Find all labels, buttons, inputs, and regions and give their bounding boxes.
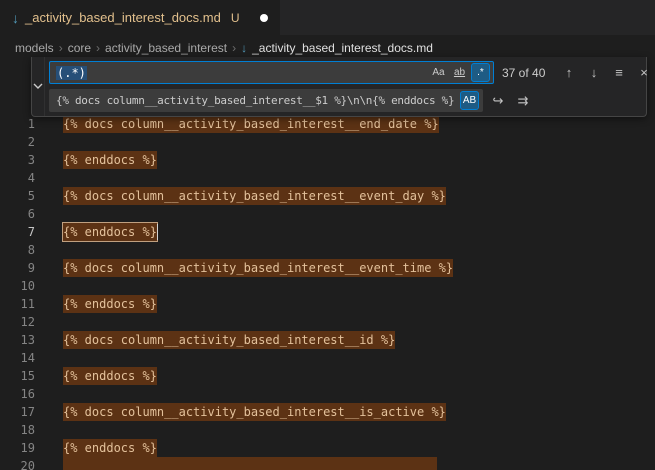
previous-match-button[interactable]: ↑ (559, 63, 579, 83)
tab-filename: _activity_based_interest_docs.md (25, 10, 221, 25)
line-number: 14 (0, 349, 35, 367)
selection-lines-icon: ≡ (615, 66, 623, 79)
tab-bar: ↓ _activity_based_interest_docs.md U (0, 0, 655, 35)
line-number: 19 (0, 439, 35, 457)
editor-line: 1 {% docs column__activity_based_interest… (0, 115, 655, 133)
editor-line: 12 (0, 313, 655, 331)
editor-line: 18 (0, 421, 655, 439)
line-number: 7 (0, 223, 35, 241)
editor-line: 7 {% enddocs %} (0, 223, 655, 241)
arrow-down-icon: ↓ (591, 66, 598, 79)
breadcrumb-item[interactable]: activity_based_interest (105, 41, 227, 55)
breadcrumb-item[interactable]: _activity_based_interest_docs.md (252, 41, 433, 55)
replace-all-button[interactable]: ⇉ (513, 91, 533, 111)
line-number: 8 (0, 241, 35, 259)
line-number: 16 (0, 385, 35, 403)
breadcrumb-separator: › (232, 41, 236, 55)
find-match: {% docs column__activity_based_interest_… (63, 187, 446, 205)
whole-word-button[interactable]: ab (450, 63, 469, 82)
find-match: {% docs column__activity_based_interest_… (63, 403, 446, 421)
editor-line: 5 {% docs column__activity_based_interest… (0, 187, 655, 205)
editor-line: 9 {% docs column__activity_based_interest… (0, 259, 655, 277)
markdown-file-icon: ↓ (12, 11, 19, 25)
text-cursor (157, 224, 158, 240)
find-input[interactable]: (.*) Aa ab .* (49, 61, 494, 84)
find-match: {% docs column__activity_based_interest_… (63, 331, 395, 349)
editor-line: 14 (0, 349, 655, 367)
breadcrumb-separator: › (96, 41, 100, 55)
find-match: {% docs column__activity_based_interest_… (63, 259, 453, 277)
editor-line: 11 {% enddocs %} (0, 295, 655, 313)
line-number: 17 (0, 403, 35, 421)
editor-line: 13 {% docs column__activity_based_interes… (0, 331, 655, 349)
line-number: 12 (0, 313, 35, 331)
tab-activity-docs[interactable]: ↓ _activity_based_interest_docs.md U (0, 0, 281, 35)
line-number: 4 (0, 169, 35, 187)
editor-line: 6 (0, 205, 655, 223)
editor-line: 19 {% enddocs %} (0, 439, 655, 457)
editor-line: 3 {% enddocs %} (0, 151, 655, 169)
editor-line: 17 {% docs column__activity_based_interes… (0, 403, 655, 421)
find-in-selection-button[interactable]: ≡ (609, 63, 629, 83)
line-number: 18 (0, 421, 35, 439)
line-number: 3 (0, 151, 35, 169)
replace-all-icon: ⇉ (518, 94, 529, 107)
line-number: 9 (0, 259, 35, 277)
line-number: 11 (0, 295, 35, 313)
next-match-button[interactable]: ↓ (584, 63, 604, 83)
editor-line: 20 (0, 457, 655, 470)
editor-line: 2 (0, 133, 655, 151)
line-number: 6 (0, 205, 35, 223)
preserve-case-button[interactable]: AB (460, 91, 479, 110)
line-number: 13 (0, 331, 35, 349)
arrow-up-icon: ↑ (566, 66, 573, 79)
editor-line: 4 (0, 169, 655, 187)
editor[interactable]: 1 {% docs column__activity_based_interest… (0, 61, 655, 470)
line-number: 10 (0, 277, 35, 295)
find-match: {% enddocs %} (63, 151, 157, 169)
close-button[interactable]: × (634, 63, 654, 83)
editor-line: 15 {% enddocs %} (0, 367, 655, 385)
find-query-text: (.*) (56, 66, 87, 80)
find-match: {% enddocs %} (63, 367, 157, 385)
find-row: (.*) Aa ab .* 37 of 40 ↑ ↓ ≡ × (49, 60, 654, 85)
line-number: 5 (0, 187, 35, 205)
line-number: 2 (0, 133, 35, 151)
find-match (63, 457, 437, 470)
replace-text: {% docs column__activity_based_interest_… (56, 94, 458, 107)
editor-line: 10 (0, 277, 655, 295)
editor-line: 16 (0, 385, 655, 403)
find-match: {% docs column__activity_based_interest_… (63, 115, 439, 133)
find-widget-rows: (.*) Aa ab .* 37 of 40 ↑ ↓ ≡ × {% docs c… (45, 57, 655, 116)
git-status-badge: U (231, 11, 240, 25)
toggle-replace-button[interactable] (32, 57, 45, 116)
replace-button[interactable]: ↪ (488, 91, 508, 111)
replace-icon: ↪ (493, 94, 504, 107)
line-number: 15 (0, 367, 35, 385)
match-case-button[interactable]: Aa (429, 63, 448, 82)
replace-row: {% docs column__activity_based_interest_… (49, 88, 654, 113)
markdown-file-icon: ↓ (241, 41, 247, 55)
find-match: {% enddocs %} (63, 223, 157, 241)
find-match: {% enddocs %} (63, 439, 157, 457)
line-number: 1 (0, 115, 35, 133)
find-match: {% enddocs %} (63, 295, 157, 313)
find-replace-widget: (.*) Aa ab .* 37 of 40 ↑ ↓ ≡ × {% docs c… (31, 57, 647, 117)
editor-line: 8 (0, 241, 655, 259)
match-count: 37 of 40 (502, 66, 554, 80)
regex-button[interactable]: .* (471, 63, 490, 82)
breadcrumb-separator: › (59, 41, 63, 55)
breadcrumb-item[interactable]: core (68, 41, 91, 55)
replace-input[interactable]: {% docs column__activity_based_interest_… (49, 89, 483, 112)
unsaved-dot-icon[interactable] (260, 14, 268, 22)
close-icon: × (640, 66, 648, 79)
chevron-down-icon (32, 78, 44, 96)
breadcrumb-item[interactable]: models (15, 41, 54, 55)
line-number: 20 (0, 457, 35, 470)
